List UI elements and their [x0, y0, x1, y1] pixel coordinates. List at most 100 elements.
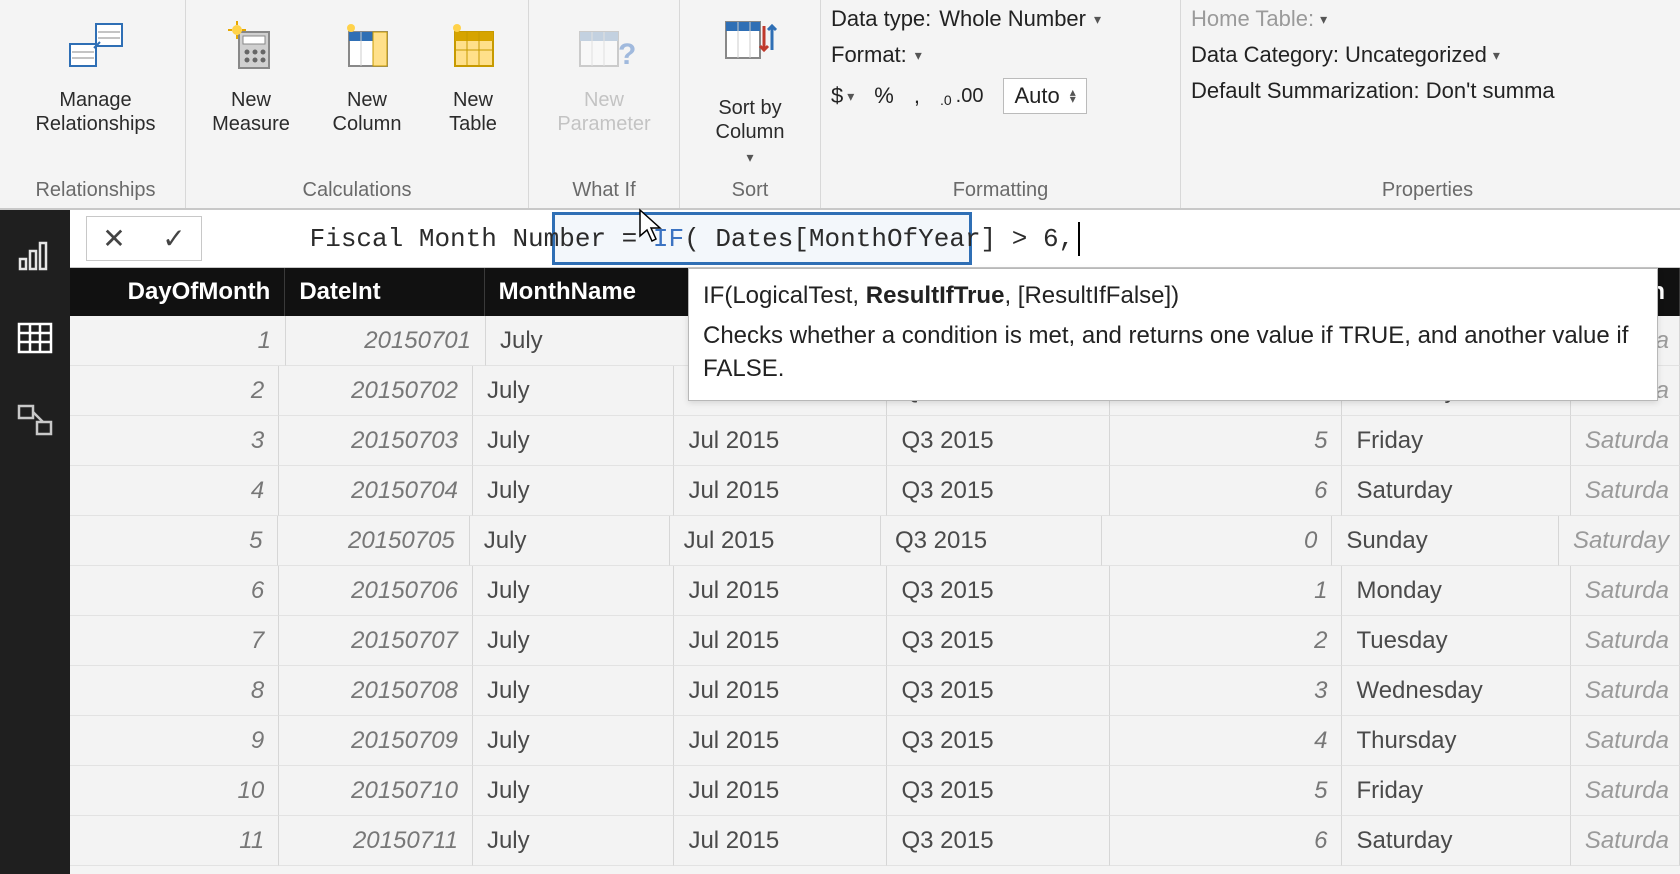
cell-dom[interactable]: 1	[70, 316, 286, 366]
cell-day[interactable]: Saturday	[1342, 816, 1570, 866]
comma-button[interactable]: ,	[914, 83, 920, 109]
cell-end[interactable]: Saturda	[1571, 766, 1680, 816]
cell-dom[interactable]: 11	[70, 816, 279, 866]
data-view-button[interactable]	[13, 316, 57, 360]
cell-qy[interactable]: Q3 2015	[881, 516, 1102, 566]
cell-end[interactable]: Saturda	[1571, 816, 1680, 866]
cell-mname[interactable]: July	[473, 766, 674, 816]
cell-num[interactable]: 6	[1110, 816, 1342, 866]
cell-qy[interactable]: Q3 2015	[887, 816, 1110, 866]
cell-mname[interactable]: July	[473, 666, 674, 716]
cell-my[interactable]: Jul 2015	[674, 766, 887, 816]
cell-dint[interactable]: 20150709	[279, 716, 473, 766]
cell-dint[interactable]: 20150703	[279, 416, 473, 466]
cell-end[interactable]: Saturday	[1559, 516, 1680, 566]
cell-qy[interactable]: Q3 2015	[887, 416, 1110, 466]
cell-dint[interactable]: 20150705	[278, 516, 470, 566]
cell-dint[interactable]: 20150708	[279, 666, 473, 716]
table-row[interactable]: 920150709JulyJul 2015Q3 20154ThursdaySat…	[70, 716, 1680, 766]
cell-end[interactable]: Saturda	[1571, 416, 1680, 466]
chevron-down-icon[interactable]: ▾	[915, 47, 922, 64]
cell-qy[interactable]: Q3 2015	[887, 766, 1110, 816]
cell-dom[interactable]: 2	[70, 366, 279, 416]
sort-by-column-button[interactable]: Sort by Column ▾	[690, 6, 810, 161]
cell-dom[interactable]: 4	[70, 466, 279, 516]
cell-mname[interactable]: July	[473, 566, 674, 616]
default-summarization-dropdown[interactable]: Default Summarization: Don't summa	[1191, 78, 1611, 104]
cell-qy[interactable]: Q3 2015	[887, 566, 1110, 616]
decimal-places-input[interactable]: Auto ▴▾	[1003, 78, 1086, 114]
cell-num[interactable]: 5	[1110, 416, 1342, 466]
cell-mname[interactable]: July	[473, 466, 674, 516]
cell-my[interactable]: Jul 2015	[674, 616, 887, 666]
formula-input[interactable]: Fiscal Month Number = IF( Dates[MonthOfY…	[210, 210, 1680, 267]
model-view-button[interactable]	[13, 398, 57, 442]
cell-day[interactable]: Wednesday	[1342, 666, 1570, 716]
spinner-icon[interactable]: ▴▾	[1070, 89, 1076, 103]
cell-my[interactable]: Jul 2015	[674, 466, 887, 516]
cell-end[interactable]: Saturda	[1571, 466, 1680, 516]
cell-mname[interactable]: July	[473, 616, 674, 666]
cell-mname[interactable]: July	[473, 816, 674, 866]
cell-qy[interactable]: Q3 2015	[887, 716, 1110, 766]
cell-dom[interactable]: 6	[70, 566, 279, 616]
cell-num[interactable]: 1	[1110, 566, 1342, 616]
cell-day[interactable]: Friday	[1342, 416, 1570, 466]
manage-relationships-button[interactable]: Manage Relationships	[16, 6, 175, 161]
cell-qy[interactable]: Q3 2015	[887, 466, 1110, 516]
cell-num[interactable]: 0	[1102, 516, 1332, 566]
new-measure-button[interactable]: New Measure	[196, 6, 306, 161]
table-row[interactable]: 820150708JulyJul 2015Q3 20153WednesdaySa…	[70, 666, 1680, 716]
cell-dint[interactable]: 20150706	[279, 566, 473, 616]
table-row[interactable]: 320150703JulyJul 2015Q3 20155FridaySatur…	[70, 416, 1680, 466]
chevron-down-icon[interactable]: ▾	[1094, 11, 1101, 28]
table-row[interactable]: 1120150711JulyJul 2015Q3 20156SaturdaySa…	[70, 816, 1680, 866]
cell-mname[interactable]: July	[473, 716, 674, 766]
cell-dint[interactable]: 20150711	[279, 816, 473, 866]
table-row[interactable]: 1020150710JulyJul 2015Q3 20155FridaySatu…	[70, 766, 1680, 816]
cell-num[interactable]: 4	[1110, 716, 1342, 766]
cell-end[interactable]: Saturda	[1571, 666, 1680, 716]
cell-my[interactable]: Jul 2015	[674, 666, 887, 716]
data-category-dropdown[interactable]: Data Category: Uncategorized ▾	[1191, 42, 1611, 68]
cell-mname[interactable]: July	[470, 516, 670, 566]
cell-day[interactable]: Tuesday	[1342, 616, 1570, 666]
cell-qy[interactable]: Q3 2015	[887, 666, 1110, 716]
cell-day[interactable]: Saturday	[1342, 466, 1570, 516]
cell-my[interactable]: Jul 2015	[670, 516, 881, 566]
table-row[interactable]: 720150707JulyJul 2015Q3 20152TuesdaySatu…	[70, 616, 1680, 666]
currency-button[interactable]: $ ▾	[831, 83, 854, 109]
cell-dom[interactable]: 5	[70, 516, 278, 566]
report-view-button[interactable]	[13, 234, 57, 278]
new-table-button[interactable]: New Table	[428, 6, 518, 161]
cell-dint[interactable]: 20150702	[279, 366, 473, 416]
new-column-button[interactable]: New Column	[318, 6, 416, 161]
cell-dint[interactable]: 20150710	[279, 766, 473, 816]
cell-day[interactable]: Friday	[1342, 766, 1570, 816]
cell-qy[interactable]: Q3 2015	[887, 616, 1110, 666]
cell-my[interactable]: Jul 2015	[674, 416, 887, 466]
cell-dom[interactable]: 10	[70, 766, 279, 816]
table-row[interactable]: 520150705JulyJul 2015Q3 20150SundaySatur…	[70, 516, 1680, 566]
cell-dint[interactable]: 20150701	[286, 316, 486, 366]
cell-day[interactable]: Monday	[1342, 566, 1570, 616]
datatype-value[interactable]: Whole Number	[939, 6, 1086, 32]
cell-num[interactable]: 2	[1110, 616, 1342, 666]
cell-dint[interactable]: 20150704	[279, 466, 473, 516]
table-row[interactable]: 620150706JulyJul 2015Q3 20151MondaySatur…	[70, 566, 1680, 616]
decimals-button[interactable]: .0 .00	[940, 85, 984, 108]
cell-mname[interactable]: July	[486, 316, 694, 366]
cell-mname[interactable]: July	[473, 366, 674, 416]
cell-end[interactable]: Saturda	[1571, 616, 1680, 666]
cell-dint[interactable]: 20150707	[279, 616, 473, 666]
cell-end[interactable]: Saturda	[1571, 716, 1680, 766]
cell-dom[interactable]: 8	[70, 666, 279, 716]
cell-dom[interactable]: 9	[70, 716, 279, 766]
cell-end[interactable]: Saturda	[1571, 566, 1680, 616]
commit-formula-button[interactable]: ✓	[157, 222, 191, 255]
percent-button[interactable]: %	[874, 83, 894, 109]
cell-num[interactable]: 6	[1110, 466, 1342, 516]
table-row[interactable]: 420150704JulyJul 2015Q3 20156SaturdaySat…	[70, 466, 1680, 516]
cell-day[interactable]: Thursday	[1342, 716, 1570, 766]
cell-dom[interactable]: 3	[70, 416, 279, 466]
